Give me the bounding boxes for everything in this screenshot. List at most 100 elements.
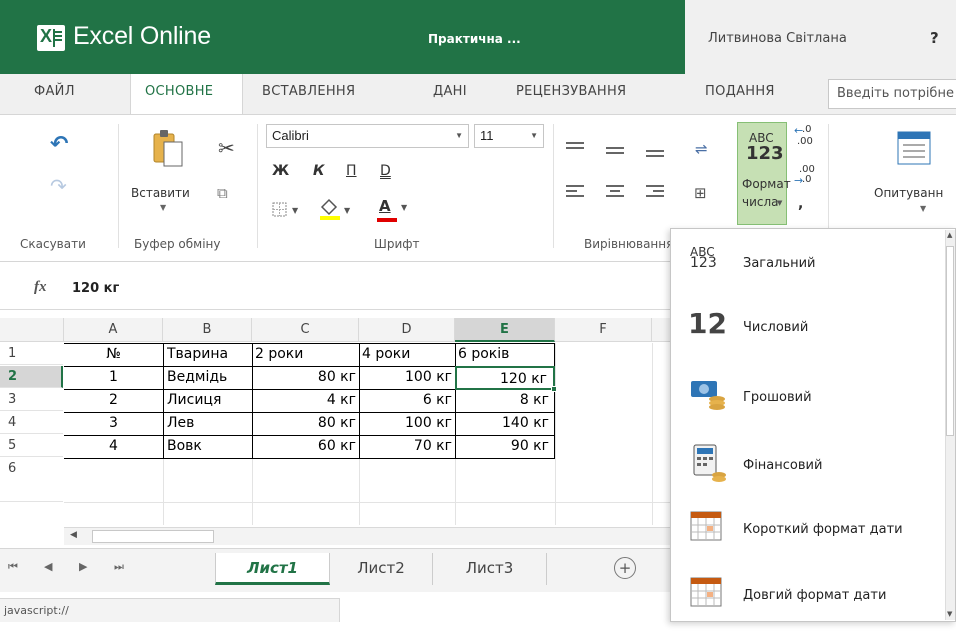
row-header[interactable]: 3 — [0, 389, 63, 411]
survey-button[interactable]: Опитуванн — [874, 186, 943, 200]
sheet-tab-active[interactable]: Лист1 — [215, 553, 330, 585]
cell-C4[interactable]: 80 кг — [252, 413, 356, 435]
scroll-up-icon[interactable]: ▲ — [947, 231, 952, 239]
cell-B3[interactable]: Лисиця — [167, 390, 252, 412]
row-header[interactable]: 1 — [0, 343, 63, 365]
align-top-icon[interactable] — [566, 142, 584, 154]
document-name[interactable]: Практична ... — [428, 32, 521, 46]
column-header-selected[interactable]: E — [455, 318, 555, 342]
align-bottom-icon[interactable] — [646, 150, 664, 162]
cell-D5[interactable]: 70 кг — [359, 436, 452, 458]
double-underline-button[interactable]: D — [380, 163, 391, 179]
cell-B2[interactable]: Ведмідь — [167, 367, 252, 389]
align-middle-icon[interactable] — [606, 147, 624, 159]
survey-icon[interactable] — [896, 130, 932, 166]
align-left-icon[interactable] — [566, 185, 584, 197]
number-format-accounting[interactable]: Фінансовий — [671, 433, 946, 499]
tab-home[interactable]: ОСНОВНЕ — [145, 84, 213, 99]
bold-button[interactable]: Ж — [272, 163, 289, 179]
row-header[interactable]: 5 — [0, 435, 63, 457]
cell-D1[interactable]: 4 роки — [362, 344, 455, 366]
decrease-decimal-button[interactable]: .00 → .0 — [793, 164, 817, 198]
number-format-long-date[interactable]: Довгий формат дати — [671, 565, 946, 631]
column-header[interactable]: D — [359, 318, 455, 342]
cell-A1[interactable]: № — [64, 344, 163, 366]
cell-E3[interactable]: 8 кг — [455, 390, 549, 412]
row-header-selected[interactable]: 2 — [0, 366, 63, 388]
cell-A3[interactable]: 2 — [64, 390, 163, 412]
cell-E5[interactable]: 90 кг — [455, 436, 549, 458]
column-header[interactable]: A — [64, 318, 163, 342]
tab-data[interactable]: ДАНІ — [433, 84, 467, 99]
number-format-currency[interactable]: Грошовий — [671, 367, 946, 433]
app-name[interactable]: Excel Online — [73, 22, 211, 51]
row-header[interactable]: 6 — [0, 458, 63, 502]
scroll-down-icon[interactable]: ▼ — [947, 610, 952, 618]
cell-D3[interactable]: 6 кг — [359, 390, 452, 412]
undo-icon[interactable]: ↶ — [50, 132, 68, 157]
formula-input[interactable]: 120 кг — [72, 281, 119, 296]
user-name[interactable]: Литвинова Світлана — [708, 31, 847, 46]
cell-D4[interactable]: 100 кг — [359, 413, 452, 435]
tab-insert[interactable]: ВСТАВЛЕННЯ — [262, 84, 355, 99]
scroll-left-icon[interactable]: ◀ — [70, 530, 77, 540]
cell-A4[interactable]: 3 — [64, 413, 163, 435]
cell-A5[interactable]: 4 — [64, 436, 163, 458]
tab-file[interactable]: ФАЙЛ — [34, 84, 75, 99]
tell-me-search-input[interactable]: Введіть потрібне — [828, 79, 956, 109]
fill-color-button[interactable]: ▼ — [318, 197, 358, 221]
cell-D2[interactable]: 100 кг — [359, 367, 452, 389]
column-header[interactable]: B — [163, 318, 252, 342]
fx-icon[interactable]: fx — [34, 279, 47, 296]
cell-C2[interactable]: 80 кг — [252, 367, 356, 389]
cell-B1[interactable]: Тварина — [167, 344, 252, 366]
font-size-select[interactable]: 11 ▼ — [474, 124, 544, 148]
merge-center-icon[interactable]: ⊞ — [694, 184, 707, 202]
cut-icon[interactable]: ✂ — [218, 136, 235, 160]
wrap-text-icon[interactable]: ⇌ — [695, 140, 708, 158]
tab-view[interactable]: ПОДАННЯ — [705, 84, 775, 99]
font-name-select[interactable]: Calibri ▼ — [266, 124, 469, 148]
tab-review[interactable]: РЕЦЕНЗУВАННЯ — [516, 84, 626, 99]
next-sheet-icon[interactable]: ▶ — [79, 560, 87, 573]
column-header[interactable] — [652, 318, 672, 342]
help-icon[interactable]: ? — [930, 29, 939, 47]
increase-decimal-button[interactable]: ← .0 .00 — [793, 124, 817, 158]
horizontal-scroll-thumb[interactable] — [92, 530, 214, 543]
font-color-button[interactable]: A ▼ — [375, 197, 411, 223]
last-sheet-icon[interactable]: ⏭ — [114, 560, 124, 574]
first-sheet-icon[interactable]: ⏮ — [8, 560, 18, 574]
cell-E2-selected[interactable]: 120 кг — [455, 366, 555, 390]
previous-sheet-icon[interactable]: ◀ — [44, 560, 52, 573]
borders-button[interactable]: ▼ — [272, 200, 310, 218]
italic-button[interactable]: К — [313, 163, 324, 179]
align-center-icon[interactable] — [606, 185, 624, 197]
align-right-icon[interactable] — [646, 185, 664, 197]
cell-C5[interactable]: 60 кг — [252, 436, 356, 458]
chevron-down-icon[interactable]: ▼ — [920, 204, 926, 213]
column-header[interactable]: C — [252, 318, 359, 342]
underline-button[interactable]: П — [346, 163, 357, 179]
dropdown-scroll-thumb[interactable] — [946, 246, 954, 436]
number-format-button[interactable]: ABC 123 Формат числа ▼ — [737, 122, 791, 225]
sheet-tab[interactable]: Лист3 — [433, 553, 547, 585]
add-sheet-button[interactable]: + — [614, 557, 636, 579]
number-format-short-date[interactable]: Короткий формат дати — [671, 499, 946, 565]
number-format-number[interactable]: 12 Числовий — [671, 301, 946, 367]
cell-E4[interactable]: 140 кг — [455, 413, 549, 435]
cell-C3[interactable]: 4 кг — [252, 390, 356, 412]
cell-B4[interactable]: Лев — [167, 413, 252, 435]
paste-button[interactable]: Вставити — [131, 186, 190, 200]
select-all-corner[interactable] — [0, 318, 64, 342]
comma-style-button[interactable]: , — [798, 196, 803, 212]
row-header[interactable]: 4 — [0, 412, 63, 434]
sheet-tab[interactable]: Лист2 — [330, 553, 433, 585]
paste-icon[interactable] — [152, 128, 184, 170]
cell-E1[interactable]: 6 років — [458, 344, 555, 366]
cell-C1[interactable]: 2 роки — [255, 344, 359, 366]
fill-handle[interactable] — [551, 386, 557, 392]
cell-A2[interactable]: 1 — [64, 367, 163, 389]
paste-dropdown-icon[interactable]: ▼ — [160, 203, 166, 212]
number-format-general[interactable]: ABC 123 Загальний — [671, 235, 946, 301]
column-header[interactable]: F — [555, 318, 652, 342]
